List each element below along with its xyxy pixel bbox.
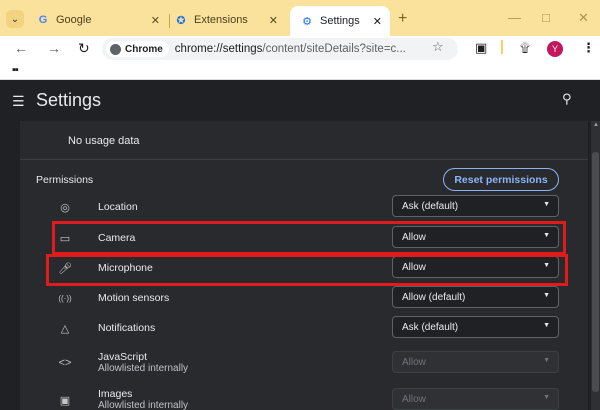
- motion-sensors-icon: ((·)): [58, 293, 72, 303]
- permission-label: Motion sensors: [98, 292, 170, 304]
- tab-title: Google: [56, 14, 92, 26]
- tab-strip: ⌄ G Google ✕ ✪ Extensions ✕ ⚙ Settings ✕…: [0, 0, 600, 36]
- extensions-icon[interactable]: ▣: [475, 40, 487, 56]
- tab-title: Extensions: [194, 14, 248, 26]
- settings-header: ☰ Settings ⚲: [0, 81, 600, 121]
- permission-row-motion-sensors: ((·)) Motion sensors Allow (default) ▼: [20, 283, 588, 313]
- forward-arrow-icon[interactable]: →: [47, 40, 61, 56]
- toolbar: ← → ↻ Chrome chrome://settings/content/s…: [0, 36, 600, 62]
- permission-label: JavaScript Allowlisted internally: [98, 351, 189, 374]
- usage-text: No usage data: [68, 135, 140, 147]
- chrome-chip[interactable]: Chrome: [106, 41, 169, 57]
- location-icon: ◎: [60, 201, 70, 214]
- bookmark-star-icon[interactable]: ☆: [432, 39, 444, 55]
- notifications-select[interactable]: Ask (default) ▼: [392, 316, 559, 338]
- maximize-icon[interactable]: □: [542, 10, 550, 25]
- tab-settings[interactable]: ⚙ Settings ✕: [290, 6, 390, 36]
- divider: [20, 159, 588, 160]
- close-icon[interactable]: ✕: [151, 14, 160, 27]
- back-arrow-icon[interactable]: ←: [14, 40, 28, 56]
- tab-title: Settings: [320, 15, 360, 27]
- code-icon: <>: [58, 357, 72, 369]
- minimize-icon[interactable]: —: [508, 10, 521, 25]
- permission-label: Images Allowlisted internally: [98, 388, 189, 410]
- address-bar[interactable]: Chrome chrome://settings/content/siteDet…: [102, 38, 458, 60]
- permission-row-notifications: △ Notifications Ask (default) ▼: [20, 313, 588, 343]
- page-title: Settings: [36, 90, 102, 110]
- reload-icon[interactable]: ↻: [78, 40, 90, 57]
- google-icon: G: [38, 14, 48, 26]
- extension-spiral-icon[interactable]: ۩: [520, 40, 530, 56]
- permissions-heading: Permissions: [36, 174, 94, 186]
- scroll-up-arrow-icon[interactable]: ▲: [593, 122, 599, 128]
- window-close-icon[interactable]: ✕: [578, 10, 589, 26]
- permission-row-javascript: <> JavaScript Allowlisted internally All…: [20, 348, 588, 378]
- bell-icon: △: [60, 322, 70, 335]
- dropdown-caret-icon: ▼: [543, 201, 550, 208]
- permission-row-images: ▣ Images Allowlisted internally Allow ▼: [20, 385, 588, 410]
- camera-highlight-box: [52, 221, 566, 255]
- search-icon[interactable]: ⚲: [562, 91, 572, 107]
- dropdown-caret-icon: ▼: [543, 292, 550, 299]
- images-select: Allow ▼: [392, 388, 559, 410]
- gear-icon: ⚙: [302, 15, 312, 28]
- new-tab-plus-icon[interactable]: +: [398, 10, 407, 28]
- scroll-thumb[interactable]: [592, 152, 599, 392]
- apps-grid-icon[interactable]: ▪▪: [12, 64, 19, 76]
- tab-separator: [169, 14, 170, 28]
- close-icon[interactable]: ✕: [373, 15, 382, 28]
- motion-sensors-select[interactable]: Allow (default) ▼: [392, 286, 559, 308]
- permission-sublabel: Allowlisted internally: [98, 400, 189, 410]
- permission-row-location: ◎ Location Ask (default) ▼: [20, 192, 588, 222]
- hamburger-menu-icon[interactable]: ☰: [12, 93, 25, 110]
- url-text[interactable]: chrome://settings/content/siteDetails?si…: [175, 43, 406, 55]
- chrome-logo-icon: [110, 43, 121, 55]
- image-icon: ▣: [59, 394, 71, 407]
- tab-search-chevron-icon[interactable]: ⌄: [6, 10, 24, 28]
- dropdown-caret-icon: ▼: [543, 322, 550, 329]
- tab-extensions[interactable]: ✪ Extensions ✕: [174, 10, 286, 30]
- bookmarks-bar: ▪▪: [0, 62, 600, 80]
- reset-permissions-button[interactable]: Reset permissions: [443, 168, 559, 191]
- more-menu-icon[interactable]: ⋮: [582, 40, 595, 56]
- tab-google[interactable]: G Google ✕: [36, 10, 168, 30]
- dropdown-caret-icon: ▼: [543, 394, 550, 401]
- avatar[interactable]: Y: [547, 41, 563, 57]
- puzzle-icon: ✪: [176, 14, 186, 27]
- permission-label: Notifications: [98, 322, 156, 334]
- permission-label: Location: [98, 201, 138, 213]
- location-select[interactable]: Ask (default) ▼: [392, 195, 559, 217]
- close-icon[interactable]: ✕: [269, 14, 278, 27]
- toolbar-divider: |: [500, 38, 504, 55]
- dropdown-caret-icon: ▼: [543, 357, 550, 364]
- permission-sublabel: Allowlisted internally: [98, 363, 189, 374]
- javascript-select: Allow ▼: [392, 351, 559, 373]
- microphone-highlight-box: [46, 254, 568, 286]
